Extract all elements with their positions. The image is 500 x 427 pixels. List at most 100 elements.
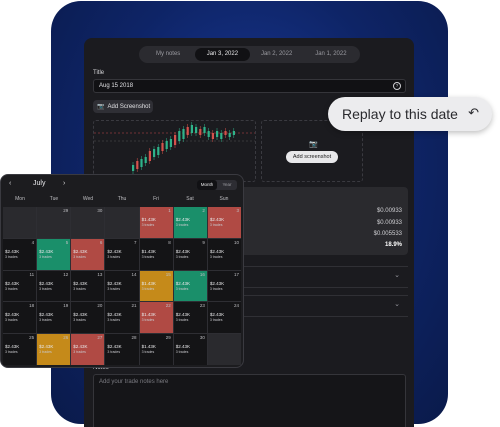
- collapsible-row[interactable]: ⌄: [234, 295, 408, 317]
- candle-body: [178, 131, 181, 141]
- day-trade-count: 3 trades: [209, 254, 223, 259]
- calendar-day-cell[interactable]: 18 $2.43K 3 trades: [3, 302, 37, 334]
- calendar-day-cell[interactable]: 27 $2.43K 3 trades: [71, 334, 105, 365]
- calendar-day-cell[interactable]: 30: [71, 207, 105, 238]
- calendar-day-cell[interactable]: 5 $2.43K 3 trades: [37, 238, 71, 270]
- month-label: July: [33, 180, 46, 187]
- calendar-day-cell[interactable]: 23 $2.43K 3 trades: [173, 302, 207, 334]
- candlestick-chart: [94, 122, 255, 174]
- calendar-day-cell[interactable]: 19 $2.43K 3 trades: [37, 302, 71, 334]
- replay-label: Replay to this date: [342, 106, 458, 122]
- day-pnl: $2.43K: [209, 312, 225, 318]
- add-screenshot-label: Add Screenshot: [107, 103, 151, 110]
- day-number: 9: [202, 239, 205, 245]
- calendar-day-cell[interactable]: 14 $2.43K 3 trades: [105, 270, 139, 302]
- weekday-label: Fri: [153, 196, 159, 202]
- notes-textarea[interactable]: Add your trade notes here: [93, 374, 406, 427]
- calendar-day-cell[interactable]: 1 $1.43K 3 trades: [139, 207, 173, 238]
- calendar-day-cell[interactable]: 2 $2.43K 3 trades: [173, 207, 207, 238]
- add-screenshot-button[interactable]: 📷 Add Screenshot: [93, 100, 153, 113]
- day-pnl: $2.43K: [107, 248, 122, 254]
- calendar-day-cell[interactable]: 7 $2.43K 3 trades: [105, 238, 139, 270]
- calendar-header: ‹ July › Month Year: [1, 175, 243, 195]
- day-pnl: $1.43K: [141, 344, 156, 350]
- tab-jan-3-2022[interactable]: Jan 3, 2022: [195, 48, 250, 61]
- calendar-day-cell[interactable]: 11 $2.43K 3 trades: [3, 270, 37, 302]
- calendar-day-cell[interactable]: 16 $2.43K 3 trades: [173, 270, 207, 302]
- day-trade-count: 3 trades: [175, 350, 189, 355]
- calendar-day-cell[interactable]: 20 $2.43K 3 trades: [71, 302, 105, 334]
- tab-jan-1-2022[interactable]: Jan 1, 2022: [304, 48, 358, 61]
- weekday-header: Mon Tue Wed Thu Fri Sat Sun: [3, 196, 241, 202]
- calendar-day-cell[interactable]: 12 $2.43K 3 trades: [37, 270, 71, 302]
- chevron-down-icon: ⌄: [394, 301, 400, 308]
- tab-my-notes[interactable]: My notes: [141, 48, 195, 61]
- candle-body: [220, 133, 223, 139]
- weekday-label: Wed: [82, 196, 94, 202]
- candle-body: [174, 135, 177, 145]
- calendar-day-cell[interactable]: 29: [37, 207, 71, 238]
- calendar-day-cell[interactable]: 10 $2.43K 3 trades: [207, 238, 241, 270]
- calendar-day-cell[interactable]: 13 $2.43K 3 trades: [71, 270, 105, 302]
- calendar-day-cell[interactable]: 3 $2.43K 3 trades: [207, 207, 241, 238]
- tab-jan-2-2022[interactable]: Jan 2, 2022: [250, 48, 304, 61]
- day-number: 17: [233, 271, 239, 277]
- prev-month-icon[interactable]: ‹: [9, 180, 11, 187]
- day-pnl: $2.43K: [39, 248, 54, 254]
- calendar-grid: 29 30 1 $1.43K 3 trades 2 $2.43K 3 trades 3 $2.43…: [3, 207, 241, 365]
- day-number: 16: [199, 271, 205, 277]
- day-number: 15: [165, 271, 171, 277]
- replay-to-date-button[interactable]: Replay to this date ↶: [328, 97, 492, 131]
- day-pnl: $2.43K: [5, 344, 20, 350]
- calendar-day-cell[interactable]: 29 $1.43K 3 trades: [139, 334, 173, 365]
- calendar-day-cell[interactable]: 22 $1.43K 3 trades: [139, 302, 173, 334]
- view-toggle: Month Year: [197, 180, 237, 190]
- day-number: 6: [99, 239, 103, 245]
- calendar-day-cell[interactable]: [3, 207, 37, 238]
- calendar-day-cell[interactable]: 30 $2.43K 3 trades: [173, 334, 207, 365]
- view-year-button[interactable]: Year: [217, 180, 237, 190]
- calendar-day-cell[interactable]: [105, 207, 139, 238]
- day-pnl: $1.43K: [141, 217, 156, 222]
- calendar-day-cell[interactable]: 28 $2.43K 3 trades: [105, 334, 139, 365]
- day-number: 8: [168, 239, 171, 245]
- candle-body: [153, 149, 156, 157]
- day-pnl: $2.43K: [175, 217, 190, 222]
- calendar-day-cell[interactable]: 17 $2.43K 3 trades: [207, 270, 241, 302]
- day-number: 12: [63, 271, 69, 277]
- day-number: 30: [97, 208, 103, 213]
- calendar-day-cell[interactable]: 8 $1.43K 3 trades: [139, 238, 173, 270]
- candle-body: [211, 133, 214, 139]
- title-input[interactable]: Aug 15 2018 ?: [93, 79, 406, 93]
- day-number: 20: [97, 303, 103, 309]
- calendar-day-cell[interactable]: 25 $2.43K 3 trades: [3, 334, 37, 365]
- day-number: 7: [134, 239, 137, 245]
- day-pnl: $2.43K: [5, 280, 20, 286]
- calendar-day-cell[interactable]: 6 $2.43K 3 trades: [71, 238, 105, 270]
- calendar-day-cell[interactable]: [207, 334, 241, 365]
- day-pnl: $2.43K: [39, 280, 54, 286]
- day-trade-count: 3 trades: [5, 286, 18, 291]
- calendar-day-cell[interactable]: 15 $1.43K 3 trades: [139, 270, 173, 302]
- title-label: Title: [93, 70, 105, 76]
- day-pnl: $1.43K: [141, 312, 156, 318]
- calendar-day-cell[interactable]: 4 $2.43K 3 trades: [3, 238, 37, 270]
- add-screenshot-small-button[interactable]: Add screenshot: [286, 151, 338, 163]
- calendar-day-cell[interactable]: 21 $2.43K 3 trades: [105, 302, 139, 334]
- calendar-day-cell[interactable]: 24 $2.43K 3 trades: [207, 302, 241, 334]
- calendar-day-cell[interactable]: 9 $2.43K 3 trades: [173, 238, 207, 270]
- candle-body: [207, 131, 210, 137]
- collapsible-row[interactable]: ⌄: [234, 266, 408, 288]
- day-number: 4: [31, 239, 35, 245]
- calendar-day-cell[interactable]: 26 $2.43K 3 trades: [37, 334, 71, 365]
- next-month-icon[interactable]: ›: [63, 180, 65, 187]
- candle-body: [190, 125, 193, 133]
- day-pnl: $2.43K: [39, 344, 54, 350]
- day-number: 29: [165, 335, 171, 341]
- stat-value: 18.9%: [384, 242, 402, 248]
- day-pnl: $1.43K: [141, 280, 156, 286]
- trade-stats-panel: $0.00933 $0.00933 $0.005533 18.9%: [234, 187, 408, 255]
- day-number: 22: [165, 303, 171, 309]
- view-month-button[interactable]: Month: [197, 180, 217, 190]
- help-icon[interactable]: ?: [393, 82, 401, 90]
